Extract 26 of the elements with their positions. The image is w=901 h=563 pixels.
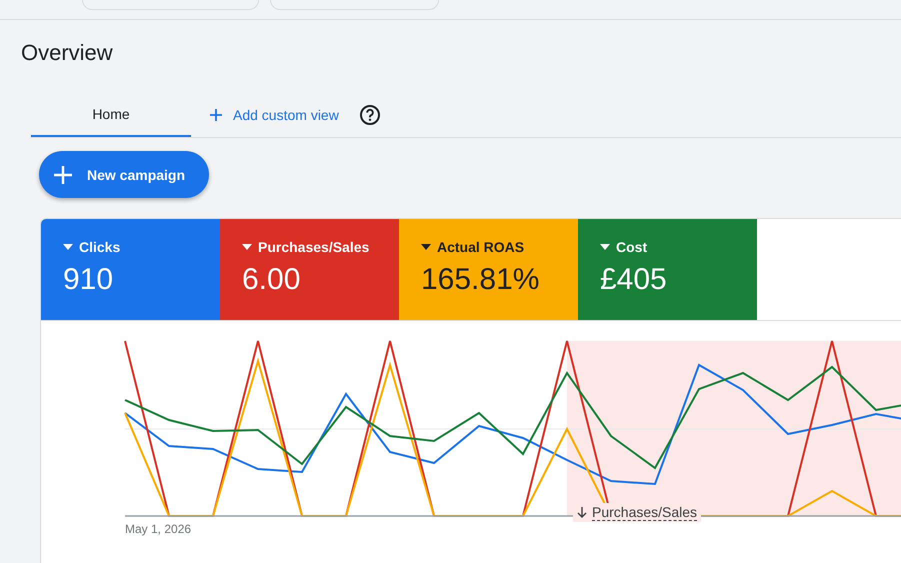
dropdown-icon xyxy=(242,244,252,250)
metric-value: £405 xyxy=(600,263,668,297)
chart-annotation[interactable]: Purchases/Sales xyxy=(573,503,702,522)
dropdown-icon xyxy=(600,244,610,250)
metric-label: Purchases/Sales xyxy=(258,239,370,255)
down-arrow-icon xyxy=(577,507,587,518)
plus-icon xyxy=(53,164,73,184)
plus-icon xyxy=(209,108,223,122)
metric-tile[interactable]: Clicks 910 xyxy=(41,219,220,320)
help-icon[interactable] xyxy=(358,104,381,126)
metric-label: Clicks xyxy=(79,239,120,255)
metric-tile[interactable]: Actual ROAS 165.81% xyxy=(399,219,578,320)
dropdown-icon xyxy=(63,244,73,250)
metric-value: 6.00 xyxy=(242,263,302,297)
metric-tile[interactable]: Purchases/Sales 6.00 xyxy=(220,219,399,320)
metric-label: Actual ROAS xyxy=(437,239,524,255)
add-custom-view-link[interactable]: Add custom view xyxy=(209,106,339,122)
metric-value: 910 xyxy=(63,263,114,297)
page-title: Overview xyxy=(21,40,114,66)
dropdown-icon xyxy=(421,244,431,250)
new-campaign-button[interactable]: New campaign xyxy=(39,151,209,198)
axis-label: May 1, 2026 xyxy=(125,522,192,536)
metric-tile[interactable]: Cost £405 xyxy=(578,219,757,320)
metric-value: 165.81% xyxy=(421,263,540,297)
metric-label: Cost xyxy=(616,239,648,255)
tab[interactable]: Home xyxy=(31,92,191,137)
